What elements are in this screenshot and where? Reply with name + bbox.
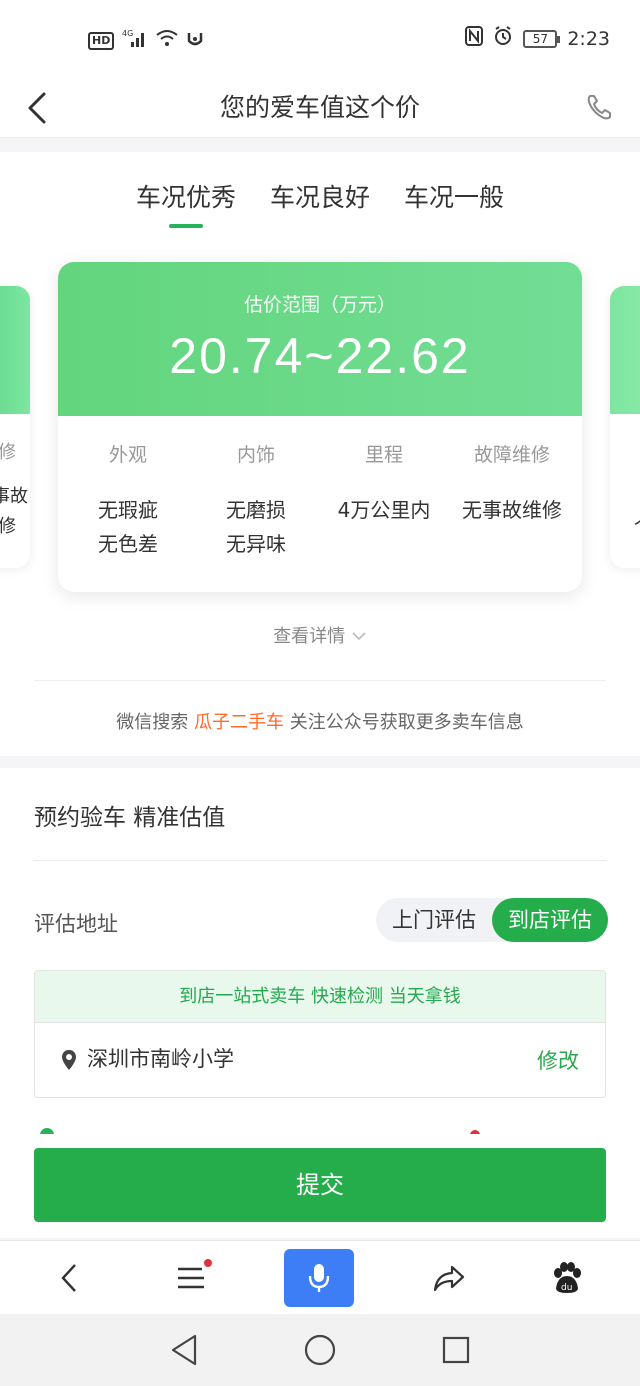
divider bbox=[34, 680, 606, 681]
status-left: HD 4G bbox=[88, 28, 204, 53]
store-address-box: 到店一站式卖车 快速检测 当天拿钱 深圳市南岭小学 修改 bbox=[34, 970, 606, 1098]
status-right: 57 2:23 bbox=[465, 26, 610, 51]
status-dot-icon bbox=[40, 1128, 54, 1134]
prev-card-head bbox=[0, 286, 30, 414]
address-label: 评估地址 bbox=[34, 912, 118, 936]
valuation-section: 车况优秀 车况良好 车况一般 修 事故 修 估价范围（万元） 20.74~22.… bbox=[0, 152, 640, 756]
phone-icon bbox=[587, 95, 611, 120]
hd-badge: HD bbox=[88, 31, 115, 50]
attr-value: 4万公里内 bbox=[337, 498, 431, 522]
evaluation-mode-toggle: 上门评估 到店评估 bbox=[376, 898, 608, 942]
wifi-icon bbox=[156, 29, 178, 52]
browser-menu-button[interactable] bbox=[156, 1249, 226, 1307]
notification-icon bbox=[186, 29, 204, 52]
price-card: 估价范围（万元） 20.74~22.62 外观 无瑕疵 无色差 内饰 无磨损 无… bbox=[58, 262, 582, 592]
battery-indicator: 57 bbox=[523, 29, 561, 48]
next-card-head bbox=[610, 286, 640, 414]
attr-value: 无瑕疵 无色差 bbox=[98, 498, 158, 556]
attr-interior: 内饰 无磨损 无异味 bbox=[192, 416, 320, 561]
next-card-peek[interactable]: 无 个 bbox=[610, 286, 640, 568]
attr-value: 无磨损 无异味 bbox=[226, 498, 286, 556]
price-range-value: 20.74~22.62 bbox=[169, 328, 471, 384]
wechat-prefix: 微信搜索 bbox=[116, 712, 194, 733]
baidu-button[interactable]: du bbox=[532, 1249, 602, 1307]
square-recents-icon bbox=[442, 1336, 470, 1364]
prev-card-fragment-3: 修 bbox=[0, 516, 16, 537]
share-icon bbox=[433, 1265, 465, 1292]
view-detail-link[interactable]: 查看详情 bbox=[0, 622, 640, 648]
view-detail-label: 查看详情 bbox=[273, 626, 346, 647]
store-address-row: 深圳市南岭小学 修改 bbox=[35, 1023, 605, 1097]
price-card-head: 估价范围（万元） 20.74~22.62 bbox=[58, 262, 582, 416]
divider bbox=[34, 860, 606, 861]
store-evaluation-option[interactable]: 到店评估 bbox=[492, 898, 608, 942]
attr-title: 里程 bbox=[364, 444, 403, 466]
network-type: 4G bbox=[122, 29, 133, 38]
home-evaluation-option[interactable]: 上门评估 bbox=[376, 898, 492, 942]
attr-value: 无事故维修 bbox=[462, 498, 562, 522]
wechat-suffix: 关注公众号获取更多卖车信息 bbox=[284, 712, 524, 733]
partially-hidden-row bbox=[40, 1124, 500, 1134]
price-range-label: 估价范围（万元） bbox=[243, 294, 396, 316]
system-navigation-bar bbox=[0, 1314, 640, 1386]
attr-repair: 故障维修 无事故维修 bbox=[448, 416, 576, 561]
share-button[interactable] bbox=[414, 1249, 484, 1307]
attr-title: 内饰 bbox=[236, 444, 275, 466]
tab-fair[interactable]: 车况一般 bbox=[404, 178, 504, 228]
attr-exterior: 外观 无瑕疵 无色差 bbox=[64, 416, 192, 561]
circle-home-icon bbox=[304, 1334, 336, 1366]
app-header: 您的爱车值这个价 bbox=[0, 78, 640, 138]
wechat-promo: 微信搜索 瓜子二手车 关注公众号获取更多卖车信息 bbox=[0, 708, 640, 734]
voice-search-button[interactable] bbox=[284, 1249, 354, 1307]
system-recents-button[interactable] bbox=[434, 1328, 478, 1372]
browser-toolbar: du bbox=[0, 1240, 640, 1314]
next-card-fragment-2: 个 bbox=[634, 512, 640, 538]
call-button[interactable] bbox=[580, 86, 616, 130]
wechat-brand: 瓜子二手车 bbox=[194, 712, 284, 733]
browser-back-button[interactable] bbox=[34, 1249, 104, 1307]
attr-mileage: 里程 4万公里内 bbox=[320, 416, 448, 561]
chevron-down-icon bbox=[352, 632, 366, 641]
condition-attributes: 外观 无瑕疵 无色差 内饰 无磨损 无异味 里程 4万公里内 故障维修 无事故维… bbox=[58, 416, 582, 561]
alarm-icon bbox=[493, 26, 513, 51]
chevron-left-icon bbox=[61, 1264, 76, 1292]
system-home-button[interactable] bbox=[298, 1328, 342, 1372]
attr-title: 外观 bbox=[108, 444, 147, 466]
baidu-paw-icon: du bbox=[554, 1262, 581, 1293]
nfc-icon bbox=[465, 26, 484, 51]
edit-address-link[interactable]: 修改 bbox=[537, 1045, 579, 1075]
svg-text:du: du bbox=[561, 1283, 572, 1293]
prev-card-peek[interactable]: 修 事故 修 bbox=[0, 286, 30, 568]
system-back-button[interactable] bbox=[162, 1328, 206, 1372]
triangle-back-icon bbox=[171, 1334, 197, 1366]
store-address-text: 深圳市南岭小学 bbox=[87, 1047, 234, 1071]
submit-button[interactable]: 提交 bbox=[34, 1148, 606, 1222]
status-bar: HD 4G 57 2:23 bbox=[0, 0, 640, 78]
appointment-title: 预约验车 精准估值 bbox=[34, 805, 226, 831]
store-banner: 到店一站式卖车 快速检测 当天拿钱 bbox=[35, 971, 605, 1023]
tab-excellent[interactable]: 车况优秀 bbox=[136, 178, 236, 228]
prev-card-fragment-2: 事故 bbox=[0, 486, 28, 507]
page-title: 您的爱车值这个价 bbox=[219, 93, 420, 122]
signal-icon: 4G bbox=[122, 28, 148, 53]
clock: 2:23 bbox=[567, 27, 610, 50]
condition-tabs: 车况优秀 车况良好 车况一般 bbox=[0, 178, 640, 228]
menu-icon bbox=[178, 1267, 204, 1289]
microphone-icon bbox=[308, 1264, 330, 1292]
required-dot-icon bbox=[470, 1130, 480, 1134]
attr-title: 故障维修 bbox=[473, 444, 550, 466]
location-pin-icon bbox=[62, 1050, 76, 1070]
notification-dot-icon bbox=[204, 1259, 212, 1267]
prev-card-fragment-1: 修 bbox=[0, 442, 16, 463]
tab-good[interactable]: 车况良好 bbox=[270, 178, 370, 228]
